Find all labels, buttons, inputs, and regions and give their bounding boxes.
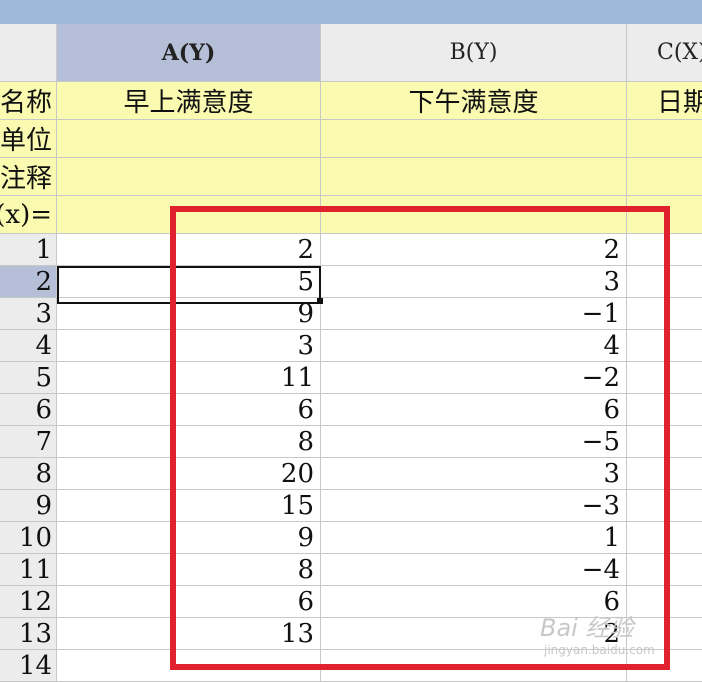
corner-cell[interactable]: [0, 24, 57, 82]
column-c-comments[interactable]: [627, 158, 702, 196]
row-header[interactable]: 11: [0, 554, 57, 586]
column-b-units[interactable]: [321, 120, 627, 158]
column-header-a[interactable]: A(Y): [57, 24, 321, 82]
meta-label-units: 单位: [0, 120, 57, 158]
column-b-long-name[interactable]: 下午满意度: [321, 82, 627, 120]
row-header[interactable]: 4: [0, 330, 57, 362]
baidu-watermark: Bai 经验 jingyan.baidu.com: [540, 608, 700, 668]
window-title-bar: [0, 0, 702, 24]
row-header[interactable]: 8: [0, 458, 57, 490]
column-header-b[interactable]: B(Y): [321, 24, 627, 82]
column-a-units[interactable]: [57, 120, 321, 158]
meta-label-formula: F(x)=: [0, 196, 57, 234]
row-header[interactable]: 14: [0, 650, 57, 682]
column-b-comments[interactable]: [321, 158, 627, 196]
row-header[interactable]: 12: [0, 586, 57, 618]
row-header[interactable]: 7: [0, 426, 57, 458]
watermark-main: Bai 经验: [540, 614, 634, 642]
meta-label-name: 名称: [0, 82, 57, 120]
meta-label-comments: 注释: [0, 158, 57, 196]
row-header[interactable]: 1: [0, 234, 57, 266]
row-header[interactable]: 2: [0, 266, 57, 298]
column-a-long-name[interactable]: 早上满意度: [57, 82, 321, 120]
row-header[interactable]: 6: [0, 394, 57, 426]
row-header[interactable]: 3: [0, 298, 57, 330]
column-c-long-name[interactable]: 日期: [627, 82, 702, 120]
row-header[interactable]: 10: [0, 522, 57, 554]
highlight-box: [170, 206, 670, 670]
row-header[interactable]: 5: [0, 362, 57, 394]
row-header[interactable]: 9: [0, 490, 57, 522]
watermark-url: jingyan.baidu.com: [544, 643, 655, 657]
column-a-comments[interactable]: [57, 158, 321, 196]
column-header-c[interactable]: C(X): [627, 24, 702, 82]
column-c-units[interactable]: [627, 120, 702, 158]
row-header[interactable]: 13: [0, 618, 57, 650]
